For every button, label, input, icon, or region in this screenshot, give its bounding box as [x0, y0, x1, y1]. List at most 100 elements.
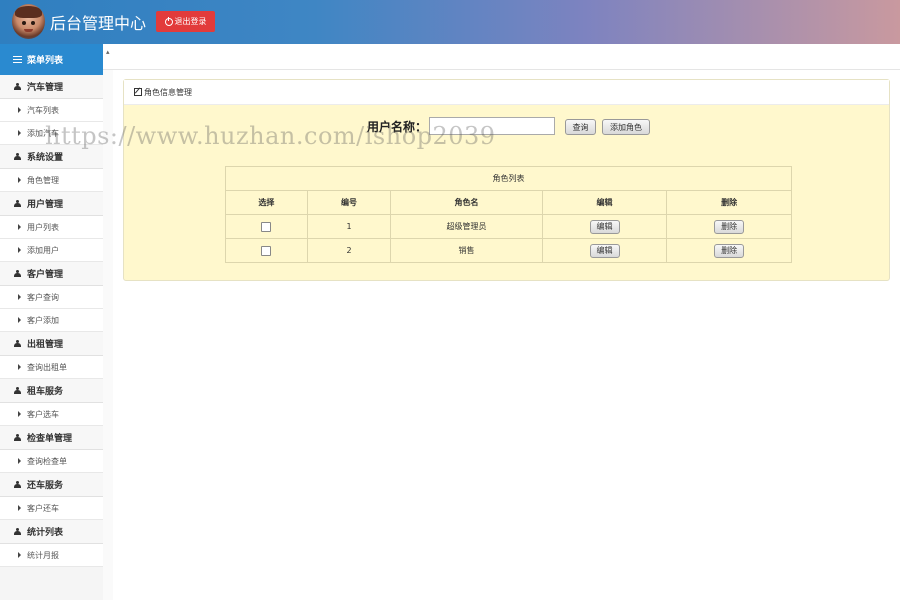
caret-right-icon	[18, 364, 21, 370]
role-panel: 角色信息管理 用户名称： 查询 添加角色 角色列表 选择 编号 角色名 编辑 删…	[123, 79, 890, 281]
edit-cell: 编辑	[541, 214, 668, 239]
sidebar-group-user[interactable]: 用户管理	[0, 192, 103, 216]
delete-button[interactable]: 删除	[714, 219, 745, 234]
user-icon	[14, 83, 21, 90]
caret-right-icon	[18, 458, 21, 464]
user-icon	[14, 434, 21, 441]
sidebar-item-label: 客户查询	[27, 292, 59, 302]
row-checkbox[interactable]	[261, 221, 272, 232]
username-search-input[interactable]	[429, 117, 555, 135]
sidebar-item-add-car[interactable]: 添加汽车	[0, 122, 103, 145]
user-icon	[14, 200, 21, 207]
app-title: 后台管理中心	[50, 14, 147, 33]
caret-right-icon	[18, 317, 21, 323]
sidebar-group-label: 汽车管理	[27, 83, 64, 93]
table-caption: 角色列表	[225, 166, 792, 191]
edit-button[interactable]: 编辑	[589, 219, 620, 234]
row-checkbox[interactable]	[261, 245, 272, 256]
sidebar-group-label: 统计列表	[27, 528, 64, 538]
sidebar-item-label: 用户列表	[27, 222, 59, 232]
column-header-id: 编号	[306, 190, 392, 215]
caret-right-icon	[18, 552, 21, 558]
sidebar-group-return[interactable]: 还车服务	[0, 473, 103, 497]
logout-button[interactable]: 退出登录	[156, 11, 215, 32]
avatar[interactable]	[12, 4, 45, 39]
select-cell	[225, 214, 308, 239]
edit-icon	[134, 88, 142, 96]
caret-right-icon	[18, 247, 21, 253]
role-table: 角色列表 选择 编号 角色名 编辑 删除 1 超级管理员 编辑 删除 2 销售 …	[225, 166, 792, 263]
sidebar-group-car[interactable]: 汽车管理	[0, 75, 103, 99]
sidebar-item-customer-query[interactable]: 客户查询	[0, 286, 103, 309]
caret-right-icon	[18, 224, 21, 230]
edit-button[interactable]: 编辑	[589, 243, 620, 258]
sidebar-item-label: 客户选车	[27, 409, 59, 419]
sidebar-item-return-car[interactable]: 客户还车	[0, 497, 103, 520]
delete-cell: 删除	[666, 214, 792, 239]
edit-cell: 编辑	[541, 238, 668, 263]
sidebar-item-label: 查询出租单	[27, 362, 67, 372]
sidebar: 菜单列表 汽车管理 汽车列表 添加汽车 系统设置 角色管理 用户管理 用户列表 …	[0, 44, 104, 600]
sidebar-group-label: 系统设置	[27, 153, 64, 163]
delete-cell: 删除	[666, 238, 792, 263]
user-icon	[14, 481, 21, 488]
column-header-delete: 删除	[666, 190, 792, 215]
search-label: 用户名称：	[367, 120, 428, 134]
table-row: 1 超级管理员 编辑 删除	[225, 214, 792, 239]
sidebar-item-add-user[interactable]: 添加用户	[0, 239, 103, 262]
content-topbar: ▴	[103, 44, 900, 70]
sidebar-group-rent-service[interactable]: 租车服务	[0, 379, 103, 403]
sidebar-item-customer-add[interactable]: 客户添加	[0, 309, 103, 332]
caret-right-icon	[18, 177, 21, 183]
caret-right-icon	[18, 107, 21, 113]
delete-button[interactable]: 删除	[714, 243, 745, 258]
sidebar-item-label: 添加汽车	[27, 128, 59, 138]
sidebar-item-monthly-report[interactable]: 统计月报	[0, 544, 103, 567]
sidebar-group-rental[interactable]: 出租管理	[0, 332, 103, 356]
column-header-edit: 编辑	[541, 190, 668, 215]
sidebar-group-label: 检查单管理	[27, 434, 73, 444]
panel-header: 角色信息管理	[124, 80, 889, 105]
search-button[interactable]: 查询	[565, 119, 596, 135]
role-name-cell: 销售	[390, 238, 543, 263]
caret-right-icon	[18, 411, 21, 417]
user-icon	[14, 340, 21, 347]
caret-right-icon	[18, 294, 21, 300]
user-icon	[14, 153, 21, 160]
sidebar-group-label: 还车服务	[27, 481, 64, 491]
sidebar-group-inspection[interactable]: 检查单管理	[0, 426, 103, 450]
sidebar-item-role-manage[interactable]: 角色管理	[0, 169, 103, 192]
sidebar-item-car-list[interactable]: 汽车列表	[0, 99, 103, 122]
sidebar-item-label: 添加用户	[27, 245, 59, 255]
collapse-icon[interactable]: ▴	[106, 48, 110, 56]
user-icon	[14, 387, 21, 394]
sidebar-group-system[interactable]: 系统设置	[0, 145, 103, 169]
sidebar-item-rental-query[interactable]: 查询出租单	[0, 356, 103, 379]
caret-right-icon	[18, 505, 21, 511]
user-icon	[14, 528, 21, 535]
role-name-cell: 超级管理员	[390, 214, 543, 239]
sidebar-item-user-list[interactable]: 用户列表	[0, 216, 103, 239]
table-header-row: 选择 编号 角色名 编辑 删除	[225, 190, 792, 215]
table-row: 2 销售 编辑 删除	[225, 238, 792, 263]
sidebar-group-label: 客户管理	[27, 270, 64, 280]
column-header-role-name: 角色名	[390, 190, 543, 215]
id-cell: 1	[306, 214, 392, 239]
panel-title: 角色信息管理	[144, 87, 192, 97]
add-role-button[interactable]: 添加角色	[602, 119, 650, 135]
sidebar-item-label: 客户添加	[27, 315, 59, 325]
sidebar-title[interactable]: 菜单列表	[0, 44, 103, 75]
sidebar-item-inspection-query[interactable]: 查询检查单	[0, 450, 103, 473]
role-table-wrapper: 角色列表 选择 编号 角色名 编辑 删除 1 超级管理员 编辑 删除 2 销售 …	[225, 166, 792, 263]
list-icon	[13, 56, 22, 63]
sidebar-item-label: 角色管理	[27, 175, 59, 185]
id-cell: 2	[306, 238, 392, 263]
sidebar-item-label: 查询检查单	[27, 456, 67, 466]
logout-label: 退出登录	[174, 17, 207, 26]
sidebar-group-customer[interactable]: 客户管理	[0, 262, 103, 286]
select-cell	[225, 238, 308, 263]
sidebar-item-choose-car[interactable]: 客户选车	[0, 403, 103, 426]
content-gutter	[103, 70, 113, 600]
sidebar-group-label: 出租管理	[27, 340, 64, 350]
sidebar-group-stats[interactable]: 统计列表	[0, 520, 103, 544]
